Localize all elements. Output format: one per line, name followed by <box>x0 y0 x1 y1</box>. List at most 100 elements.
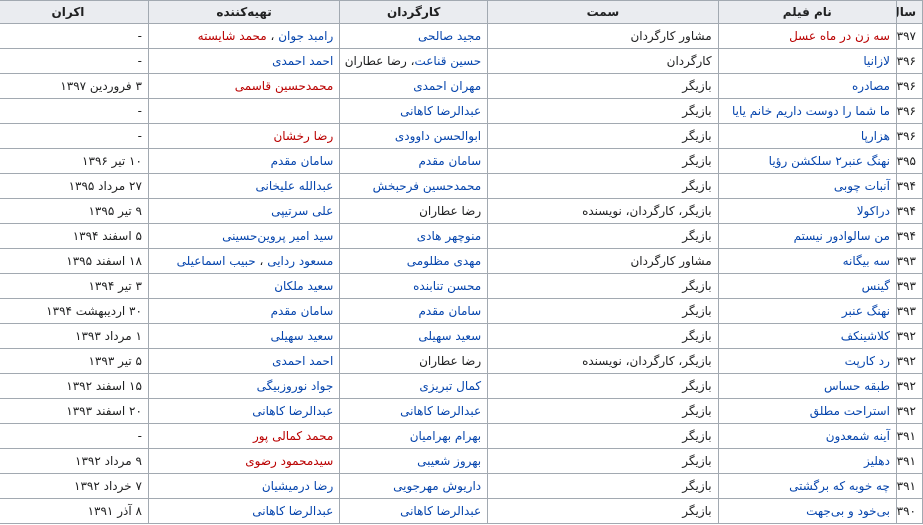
filmography-page: سال نام فیلم سمت کارگردان تهیه‌کننده اکر… <box>0 0 923 525</box>
cell-role: بازیگر <box>487 323 719 349</box>
header-screening[interactable]: اکران <box>0 0 149 24</box>
cell-producer: رامبد جوان ، محمد شایسته <box>147 23 341 49</box>
table-row: ۱۳۹۳ گینس بازیگر محسن تنابنده سعید ملکان ۳ تی… <box>0 273 923 299</box>
cell-link[interactable]: سید امیر پروین‌حسینی <box>222 229 333 243</box>
cell-link[interactable]: گینس <box>862 279 890 293</box>
cell-link[interactable]: لازانیا <box>863 54 890 68</box>
cell-producer: عبدالله علیخانی <box>147 173 341 199</box>
cell-link[interactable]: سامان مقدم <box>271 154 334 168</box>
cell-director: سعید سهیلی <box>339 323 489 349</box>
cell-link[interactable]: منوچهر هادی <box>417 229 481 243</box>
cell-link[interactable]: هزارپا <box>861 129 890 143</box>
cell-film: سه بیگانه <box>717 248 897 274</box>
cell-link[interactable]: رضا رخشان <box>273 129 333 143</box>
table-row: ۱۳۹۱ چه خوبه که برگشتی بازیگر داریوش مهرجوی… <box>0 473 923 499</box>
cell-link[interactable]: سامان مقدم <box>418 154 481 168</box>
header-producer[interactable]: تهیه‌کننده <box>147 0 341 24</box>
cell-link[interactable]: من سالوادور نیستم <box>794 229 890 243</box>
cell-link[interactable]: محمدحسین فرحبخش <box>373 179 482 193</box>
cell-link[interactable]: ما شما را دوست داریم خانم یایا <box>732 104 890 118</box>
cell-link[interactable]: نهنگ عنبر۲ سلکشن رؤیا <box>769 154 890 168</box>
table-row: ۱۳۹۰ بی‌خود و بی‌جهت بازیگر عبدالرضا کاهانی… <box>0 498 923 524</box>
cell-link[interactable]: محمد کمالی پور <box>253 429 333 443</box>
header-role[interactable]: سمت <box>487 0 719 24</box>
cell-link[interactable]: سامان مقدم <box>418 304 481 318</box>
cell-link[interactable]: سامان مقدم <box>271 304 334 318</box>
cell-link[interactable]: آنبات چوبی <box>834 179 890 193</box>
cell-link[interactable]: بی‌خود و بی‌جهت <box>806 504 890 518</box>
cell-director: عبدالرضا کاهانی <box>339 398 489 424</box>
cell-year: ۱۳۹۶ <box>895 73 923 99</box>
cell-link[interactable]: رد کارپت <box>845 354 890 368</box>
cell-link[interactable]: کلاشینکف <box>841 329 890 343</box>
cell-link[interactable]: جواد نوروزبیگی <box>257 379 334 393</box>
cell-year: ۱۳۹۷ <box>895 23 923 49</box>
cell-director: سامان مقدم <box>339 148 489 174</box>
cell-link[interactable]: حبیب اسماعیلی <box>177 254 256 268</box>
cell-director: رضا عطاران <box>339 348 489 374</box>
cell-link[interactable]: عبدالله علیخانی <box>255 179 333 193</box>
cell-link[interactable]: عبدالرضا کاهانی <box>400 504 481 518</box>
cell-producer: سعید ملکان <box>147 273 341 299</box>
cell-link[interactable]: احمد احمدی <box>272 354 333 368</box>
cell-link[interactable]: محمدحسین قاسمی <box>235 79 334 93</box>
cell-role: بازیگر <box>487 448 719 474</box>
cell-link[interactable]: ابوالحسن داوودی <box>395 129 481 143</box>
cell-link[interactable]: آینه شمعدون <box>826 429 890 443</box>
cell-link[interactable]: احمد احمدی <box>272 54 333 68</box>
cell-link[interactable]: عبدالرضا کاهانی <box>252 404 333 418</box>
cell-link[interactable]: سعید سهیلی <box>418 329 481 343</box>
cell-link[interactable]: چه خوبه که برگشتی <box>789 479 890 493</box>
cell-link[interactable]: مسعود ردایی <box>267 254 333 268</box>
cell-role: بازیگر <box>487 423 719 449</box>
cell-link[interactable]: سه بیگانه <box>843 254 890 268</box>
cell-producer: جواد نوروزبیگی <box>147 373 341 399</box>
cell-link[interactable]: مهدی مظلومی <box>407 254 481 268</box>
cell-link[interactable]: سه زن در ماه عسل <box>789 29 890 43</box>
cell-film: کلاشینکف <box>717 323 897 349</box>
cell-link[interactable]: مجید صالحی <box>418 29 481 43</box>
table-body: ۱۳۹۷ سه زن در ماه عسل مشاور کارگردان مجید ص… <box>0 23 923 524</box>
cell-link[interactable]: کمال تبریزی <box>419 379 481 393</box>
cell-link[interactable]: محمد شایسته <box>198 29 267 43</box>
cell-link[interactable]: مصادره <box>852 79 890 93</box>
cell-director: عبدالرضا کاهانی <box>339 498 489 524</box>
cell-film: آنبات چوبی <box>717 173 897 199</box>
cell-producer: سیدمحمود رضوی <box>147 448 341 474</box>
cell-link[interactable]: عبدالرضا کاهانی <box>252 504 333 518</box>
cell-role: بازیگر <box>487 373 719 399</box>
cell-link[interactable]: سعید سهیلی <box>271 329 334 343</box>
table-row: ۱۳۹۲ رد کارپت بازیگر، کارگردان، نویسنده رضا… <box>0 348 923 374</box>
table-row: ۱۳۹۶ لازانیا کارگردانحسین قناعت، رضا عطارا… <box>0 48 923 74</box>
cell-link[interactable]: سیدمحمود رضوی <box>245 454 333 468</box>
cell-link[interactable]: عبدالرضا کاهانی <box>400 404 481 418</box>
cell-year: ۱۳۹۴ <box>895 198 923 224</box>
cell-link[interactable]: عبدالرضا کاهانی <box>400 104 481 118</box>
header-film[interactable]: نام فیلم <box>717 0 897 24</box>
cell-link[interactable]: سعید ملکان <box>274 279 333 293</box>
cell-link[interactable]: نهنگ عنبر <box>842 304 890 318</box>
cell-link[interactable]: استراحت مطلق <box>810 404 890 418</box>
cell-link[interactable]: طبقه حساس <box>824 379 890 393</box>
cell-link[interactable]: دراکولا <box>857 204 890 218</box>
cell-link[interactable]: رضا درمیشیان <box>262 479 333 493</box>
cell-director: سامان مقدم <box>339 298 489 324</box>
cell-link[interactable]: علی سرتیپی <box>271 204 333 218</box>
cell-link[interactable]: بهرام بهرامیان <box>410 429 481 443</box>
cell-link[interactable]: رامبد جوان <box>278 29 333 43</box>
cell-screening: ۲۷ مرداد ۱۳۹۵ <box>0 173 149 199</box>
cell-link[interactable]: بهروز شعیبی <box>417 454 481 468</box>
cell-link[interactable]: مهران احمدی <box>413 79 481 93</box>
cell-link[interactable]: محسن تنابنده <box>413 279 481 293</box>
cell-role: بازیگر <box>487 498 719 524</box>
cell-link[interactable]: دهلیز <box>864 454 890 468</box>
cell-link[interactable]: حسین قناعت <box>414 54 481 68</box>
table-row: ۱۳۹۳ نهنگ عنبر بازیگر سامان مقدم سامان مقدم ۳… <box>0 298 923 324</box>
header-director[interactable]: کارگردان <box>339 0 489 24</box>
header-year[interactable]: سال <box>895 0 923 24</box>
cell-film: ما شما را دوست داریم خانم یایا <box>717 98 897 124</box>
cell-film: مصادره <box>717 73 897 99</box>
cell-link[interactable]: داریوش مهرجویی <box>393 479 481 493</box>
cell-screening: ۳۰ اردیبهشت ۱۳۹۴ <box>0 298 149 324</box>
cell-producer: عبدالرضا کاهانی <box>147 398 341 424</box>
